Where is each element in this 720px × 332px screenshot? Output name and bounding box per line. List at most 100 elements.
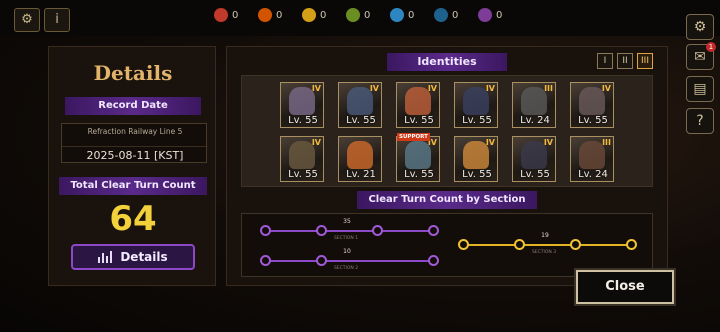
total-clear-value: 64 — [109, 199, 157, 239]
section-1-node — [260, 225, 271, 236]
identity-card[interactable]: IV Lv. 55 — [338, 82, 382, 128]
mail-icon[interactable]: ✉ 1 — [686, 42, 716, 70]
identities-title: Identities — [387, 53, 507, 71]
details-title: Details — [93, 61, 173, 85]
identity-rank: IV — [369, 84, 379, 93]
details-panel: Details Record Date Refraction Railway L… — [48, 46, 216, 286]
settings-icon[interactable]: ⚙ — [686, 14, 714, 40]
resource-count: 0 — [232, 9, 239, 21]
identity-rank: IV — [543, 138, 553, 147]
identity-level: Lv. 21 — [346, 169, 376, 180]
tab-2[interactable]: II — [617, 53, 633, 69]
resource-item: 0 — [214, 8, 252, 22]
tab-1[interactable]: I — [597, 53, 613, 69]
close-button[interactable]: Close — [576, 270, 674, 304]
section-3-node — [626, 239, 637, 250]
help-icon[interactable]: ? — [686, 108, 714, 134]
record-location: Refraction Railway Line 5 — [87, 127, 183, 136]
bar-chart-icon — [98, 251, 113, 263]
identity-card[interactable]: IV Lv. 55 — [280, 82, 324, 128]
identity-card[interactable]: IV Lv. 55 — [570, 82, 614, 128]
section-1-node — [372, 225, 383, 236]
sloth-icon — [302, 8, 316, 22]
resource-list: 0 0 0 0 0 0 0 — [214, 8, 516, 22]
section-1-label: SECTION 1 — [333, 236, 359, 241]
identity-card[interactable]: III Lv. 24 — [570, 136, 614, 182]
section-3-label: SECTION 3 — [531, 250, 557, 255]
identity-rank: IV — [427, 84, 437, 93]
identity-rank: IV — [485, 138, 495, 147]
identity-level: Lv. 55 — [404, 169, 434, 180]
pride-icon — [434, 8, 448, 22]
identity-level: Lv. 55 — [462, 169, 492, 180]
section-2-label: SECTION 2 — [333, 266, 359, 271]
details-button-label: Details — [120, 250, 168, 264]
identity-level: Lv. 55 — [520, 169, 550, 180]
resource-count: 0 — [452, 9, 459, 21]
identity-level: Lv. 55 — [288, 169, 318, 180]
envy-icon — [478, 8, 492, 22]
identity-level: Lv. 55 — [578, 115, 608, 126]
resource-item: 0 — [434, 8, 472, 22]
identity-card[interactable]: IV Lv. 55 — [396, 82, 440, 128]
section-1-node — [428, 225, 439, 236]
identity-rank: IV — [485, 84, 495, 93]
section-2-node — [316, 255, 327, 266]
notification-badge: 1 — [706, 42, 716, 52]
identity-card[interactable]: IV Lv. 55 — [454, 82, 498, 128]
identity-portrait — [347, 141, 373, 169]
section-3-count: 19 — [541, 232, 549, 239]
resource-item: 0 — [346, 8, 384, 22]
back-icon[interactable]: ⚙ — [14, 8, 40, 32]
gluttony-icon — [346, 8, 360, 22]
resource-count: 0 — [408, 9, 415, 21]
info-icon[interactable]: i — [44, 8, 70, 32]
identity-level: Lv. 55 — [404, 115, 434, 126]
identities-panel: Identities I II III IV Lv. 55 IV Lv. 55 IV Lv… — [226, 46, 668, 286]
identity-rank: III — [602, 138, 611, 147]
resource-item: 0 — [302, 8, 340, 22]
identity-level: Lv. 55 — [462, 115, 492, 126]
resource-count: 0 — [364, 9, 371, 21]
identity-card[interactable]: III Lv. 24 — [512, 82, 556, 128]
identity-card[interactable]: IV Lv. 55 — [454, 136, 498, 182]
total-clear-label: Total Clear Turn Count — [59, 177, 207, 195]
section-3-node — [570, 239, 581, 250]
identity-level: Lv. 55 — [288, 115, 318, 126]
identity-card[interactable]: Lv. 21 — [338, 136, 382, 182]
lust-icon — [258, 8, 272, 22]
record-date: 2025-08-11 [KST] — [62, 146, 208, 162]
identity-rank: III — [544, 84, 553, 93]
tab-3[interactable]: III — [637, 53, 653, 69]
record-box: Refraction Railway Line 5 2025-08-11 [KS… — [61, 123, 208, 163]
record-date-label: Record Date — [65, 97, 201, 115]
identity-grid: IV Lv. 55 IV Lv. 55 IV Lv. 55 IV Lv. 55 III Lv. 2… — [241, 75, 653, 187]
resource-item: 0 — [390, 8, 428, 22]
identity-level: Lv. 24 — [520, 115, 550, 126]
section-2-node — [428, 255, 439, 266]
identity-rank: IV — [311, 138, 321, 147]
section-2-count: 10 — [343, 248, 351, 255]
section-2-track — [266, 260, 436, 262]
gloom-icon — [390, 8, 404, 22]
section-3-node — [458, 239, 469, 250]
identity-rank: IV — [601, 84, 611, 93]
identity-level: Lv. 24 — [578, 169, 608, 180]
section-title: Clear Turn Count by Section — [357, 191, 537, 209]
identity-card[interactable]: IV Lv. 55 — [280, 136, 324, 182]
identity-card[interactable]: IV Lv. 55 — [512, 136, 556, 182]
identity-card[interactable]: IV SUPPORT Lv. 55 — [396, 133, 440, 182]
resource-count: 0 — [320, 9, 327, 21]
page-tabs: I II III — [597, 53, 653, 69]
folder-icon[interactable]: ▤ — [686, 76, 714, 102]
wrath-icon — [214, 8, 228, 22]
resource-item: 0 — [478, 8, 516, 22]
resource-item: 0 — [258, 8, 296, 22]
section-track-panel: 35 SECTION 1 10 SECTION 2 19 SECTION 3 — [241, 213, 653, 277]
identity-rank: IV — [311, 84, 321, 93]
details-button[interactable]: Details — [71, 244, 195, 270]
identity-level: Lv. 55 — [346, 115, 376, 126]
section-3-track — [464, 244, 634, 246]
support-badge: SUPPORT — [397, 133, 430, 141]
resource-count: 0 — [496, 9, 503, 21]
